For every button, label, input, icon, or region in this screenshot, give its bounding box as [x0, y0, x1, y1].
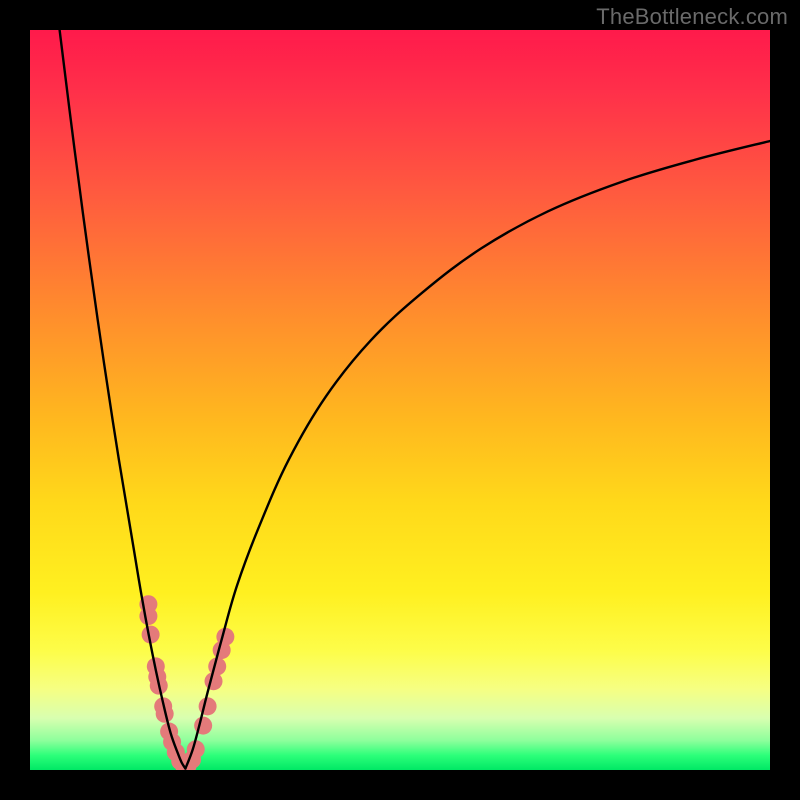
curve-right-branch — [185, 141, 770, 769]
plot-area — [30, 30, 770, 770]
chart-container: TheBottleneck.com — [0, 0, 800, 800]
watermark-text: TheBottleneck.com — [596, 4, 788, 30]
curve-layer — [30, 30, 770, 770]
data-marker — [216, 628, 234, 646]
curve-left-branch — [60, 30, 186, 769]
data-markers — [139, 595, 234, 770]
